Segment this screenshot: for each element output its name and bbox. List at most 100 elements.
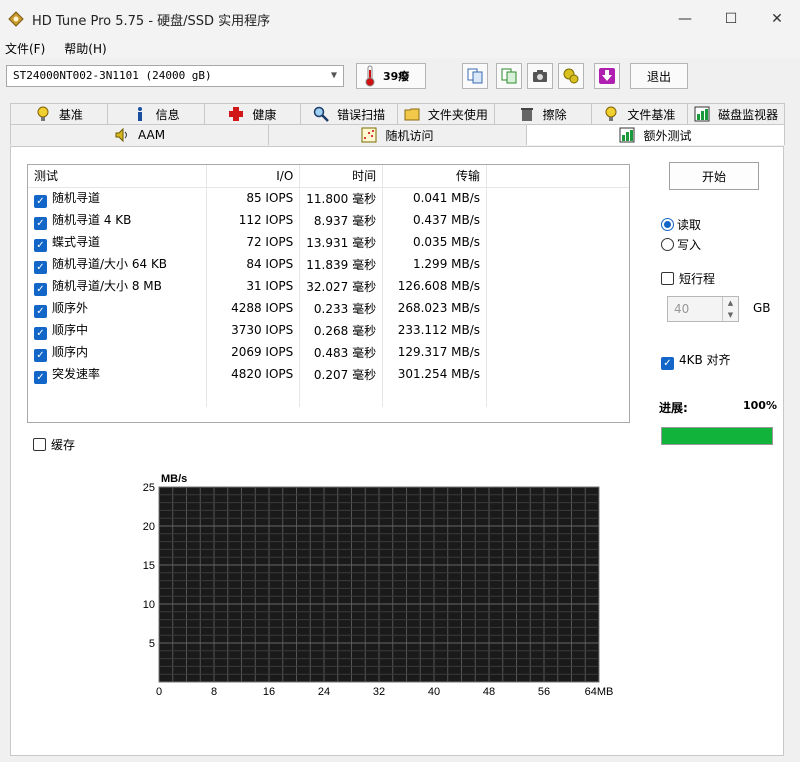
short-stroke-stepper[interactable]: 40 ▲ ▼ (667, 296, 739, 322)
io-cell: 3730 IOPS (206, 319, 301, 341)
tab-file-benchmark[interactable]: 文件基准 (590, 103, 689, 124)
tab-random-access[interactable]: 随机访问 (268, 124, 527, 145)
progress-fill (662, 428, 772, 444)
menu-bar: 文件(F) 帮助(H) (0, 38, 800, 58)
align-4kb-option[interactable]: ✓ 4KB 对齐 (661, 351, 731, 370)
cache-option[interactable]: 缓存 (33, 436, 75, 453)
tab-disk-monitor[interactable]: 磁盘监视器 (687, 103, 785, 124)
col-time[interactable]: 时间 (299, 165, 384, 188)
options-button[interactable] (558, 63, 584, 89)
write-radio[interactable] (661, 238, 674, 251)
empty-cell (28, 385, 208, 407)
tab-erase[interactable]: 擦除 (493, 103, 592, 124)
results-table: 测试 I/O 时间 传输 ✓ 随机寻道 85 IOPS 11.800 毫秒 0.041 … (27, 164, 630, 423)
write-option[interactable]: 写入 (661, 236, 701, 253)
empty-cell (206, 385, 301, 407)
filler-cell (487, 253, 629, 275)
io-cell: 4820 IOPS (206, 363, 301, 385)
col-transfer[interactable]: 传输 (382, 165, 488, 188)
menu-help[interactable]: 帮助(H) (59, 40, 112, 57)
tab-aam-label: AAM (137, 128, 166, 142)
test-checkbox[interactable]: ✓ (34, 216, 47, 230)
col-filler (486, 165, 629, 188)
tab-aam[interactable]: AAM (10, 124, 269, 145)
copy-info-icon (467, 68, 483, 84)
test-name: 顺序中 (52, 322, 89, 337)
transfer-cell: 0.035 MB/s (382, 231, 488, 253)
screenshot-button[interactable] (527, 63, 553, 89)
tab-info[interactable]: 信息 (106, 103, 205, 124)
test-name: 随机寻道/大小 64 KB (52, 256, 168, 271)
table-row[interactable]: ✓ 随机寻道 85 IOPS 11.800 毫秒 0.041 MB/s (28, 187, 629, 209)
minimize-button[interactable]: — (662, 0, 708, 38)
test-checkbox[interactable]: ✓ (34, 260, 47, 274)
cache-checkbox[interactable] (33, 438, 46, 451)
start-button[interactable]: 开始 (669, 162, 759, 190)
table-row[interactable]: ✓ 随机寻道 4 KB 112 IOPS 8.937 毫秒 0.437 MB/s (28, 209, 629, 231)
copy-button[interactable] (496, 63, 522, 89)
table-row[interactable]: ✓ 随机寻道/大小 8 MB 31 IOPS 32.027 毫秒 126.608 MB/… (28, 275, 629, 297)
copy-info-button[interactable] (462, 63, 488, 89)
table-row[interactable]: ✓ 顺序中 3730 IOPS 0.268 毫秒 233.112 MB/s (28, 319, 629, 341)
table-row[interactable]: ✓ 顺序内 2069 IOPS 0.483 毫秒 129.317 MB/s (28, 341, 629, 363)
table-row[interactable]: ✓ 随机寻道/大小 64 KB 84 IOPS 11.839 毫秒 1.299 MB/s (28, 253, 629, 275)
tab-extra-tests[interactable]: 额外测试 (526, 124, 785, 145)
tab-random-access-label: 随机访问 (385, 128, 434, 143)
test-checkbox[interactable]: ✓ (34, 282, 47, 296)
exit-button[interactable]: 退出 (630, 63, 688, 89)
tab-info-label: 信息 (155, 107, 180, 122)
gb-unit-label: GB (753, 301, 771, 315)
save-button[interactable] (594, 63, 620, 89)
filler-cell (487, 297, 629, 319)
drive-select[interactable]: ST24000NT002-3N1101 (24000 gB) ▼ (6, 65, 344, 87)
file-benchmark-icon (605, 106, 617, 121)
tab-file-benchmark-label: 文件基准 (627, 107, 676, 122)
tab-folder-usage[interactable]: 文件夹使用 (397, 103, 495, 124)
tab-health[interactable]: 健康 (203, 103, 302, 124)
col-io[interactable]: I/O (206, 165, 301, 188)
table-row[interactable]: ✓ 顺序外 4288 IOPS 0.233 毫秒 268.023 MB/s (28, 297, 629, 319)
empty-cell (382, 385, 488, 407)
table-row[interactable]: ✓ 突发速率 4820 IOPS 0.207 毫秒 301.254 MB/s (28, 363, 629, 385)
test-name: 顺序内 (52, 344, 89, 359)
maximize-button[interactable]: ☐ (708, 0, 754, 38)
test-checkbox[interactable]: ✓ (34, 348, 47, 362)
short-stroke-checkbox[interactable] (661, 272, 674, 285)
test-name: 随机寻道/大小 8 MB (52, 278, 162, 293)
magnifier-icon (313, 106, 329, 122)
tabs-row-main: 基准 信息 健康 错误扫描 文件夹使用 擦除 文件基准 磁盘监视器 (10, 103, 785, 124)
close-button[interactable]: ✕ (754, 0, 800, 38)
test-checkbox[interactable]: ✓ (34, 238, 47, 252)
test-checkbox[interactable]: ✓ (34, 304, 47, 318)
align-4kb-checkbox[interactable]: ✓ (661, 357, 674, 370)
disk-monitor-icon (694, 106, 710, 122)
y-tick-label: 25 (143, 482, 155, 494)
test-checkbox[interactable]: ✓ (34, 370, 47, 384)
test-name-cell: ✓ 顺序内 (28, 341, 208, 363)
test-name: 突发速率 (52, 366, 101, 381)
test-name-cell: ✓ 顺序外 (28, 297, 208, 319)
table-header-row: 测试 I/O 时间 传输 (28, 165, 629, 188)
menu-file[interactable]: 文件(F) (0, 40, 51, 57)
extra-tests-icon (619, 127, 635, 143)
test-checkbox[interactable]: ✓ (34, 326, 47, 340)
read-radio[interactable] (661, 218, 674, 231)
io-cell: 112 IOPS (206, 209, 301, 231)
col-test[interactable]: 测试 (28, 165, 208, 188)
transfer-chart: 25 20 15 10 5 0 8 16 24 32 40 48 56 64MB MB/s (131, 467, 631, 707)
transfer-cell: 0.437 MB/s (382, 209, 488, 231)
tab-benchmark-label: 基准 (58, 107, 83, 122)
table-row[interactable]: ✓ 蝶式寻道 72 IOPS 13.931 毫秒 0.035 MB/s (28, 231, 629, 253)
test-checkbox[interactable]: ✓ (34, 194, 47, 208)
filler-cell (487, 341, 629, 363)
short-stroke-option[interactable]: 短行程 (661, 270, 715, 287)
tab-benchmark[interactable]: 基准 (10, 103, 108, 124)
bulb-icon (37, 106, 49, 121)
stepper-arrows-icon[interactable]: ▲ ▼ (722, 297, 738, 321)
tab-error-scan[interactable]: 错误扫描 (300, 103, 398, 124)
read-option[interactable]: 读取 (661, 216, 701, 233)
filler-cell (487, 275, 629, 297)
test-name-cell: ✓ 随机寻道 4 KB (28, 209, 208, 231)
cache-label: 缓存 (51, 438, 76, 452)
x-tick-label: 48 (483, 686, 495, 698)
